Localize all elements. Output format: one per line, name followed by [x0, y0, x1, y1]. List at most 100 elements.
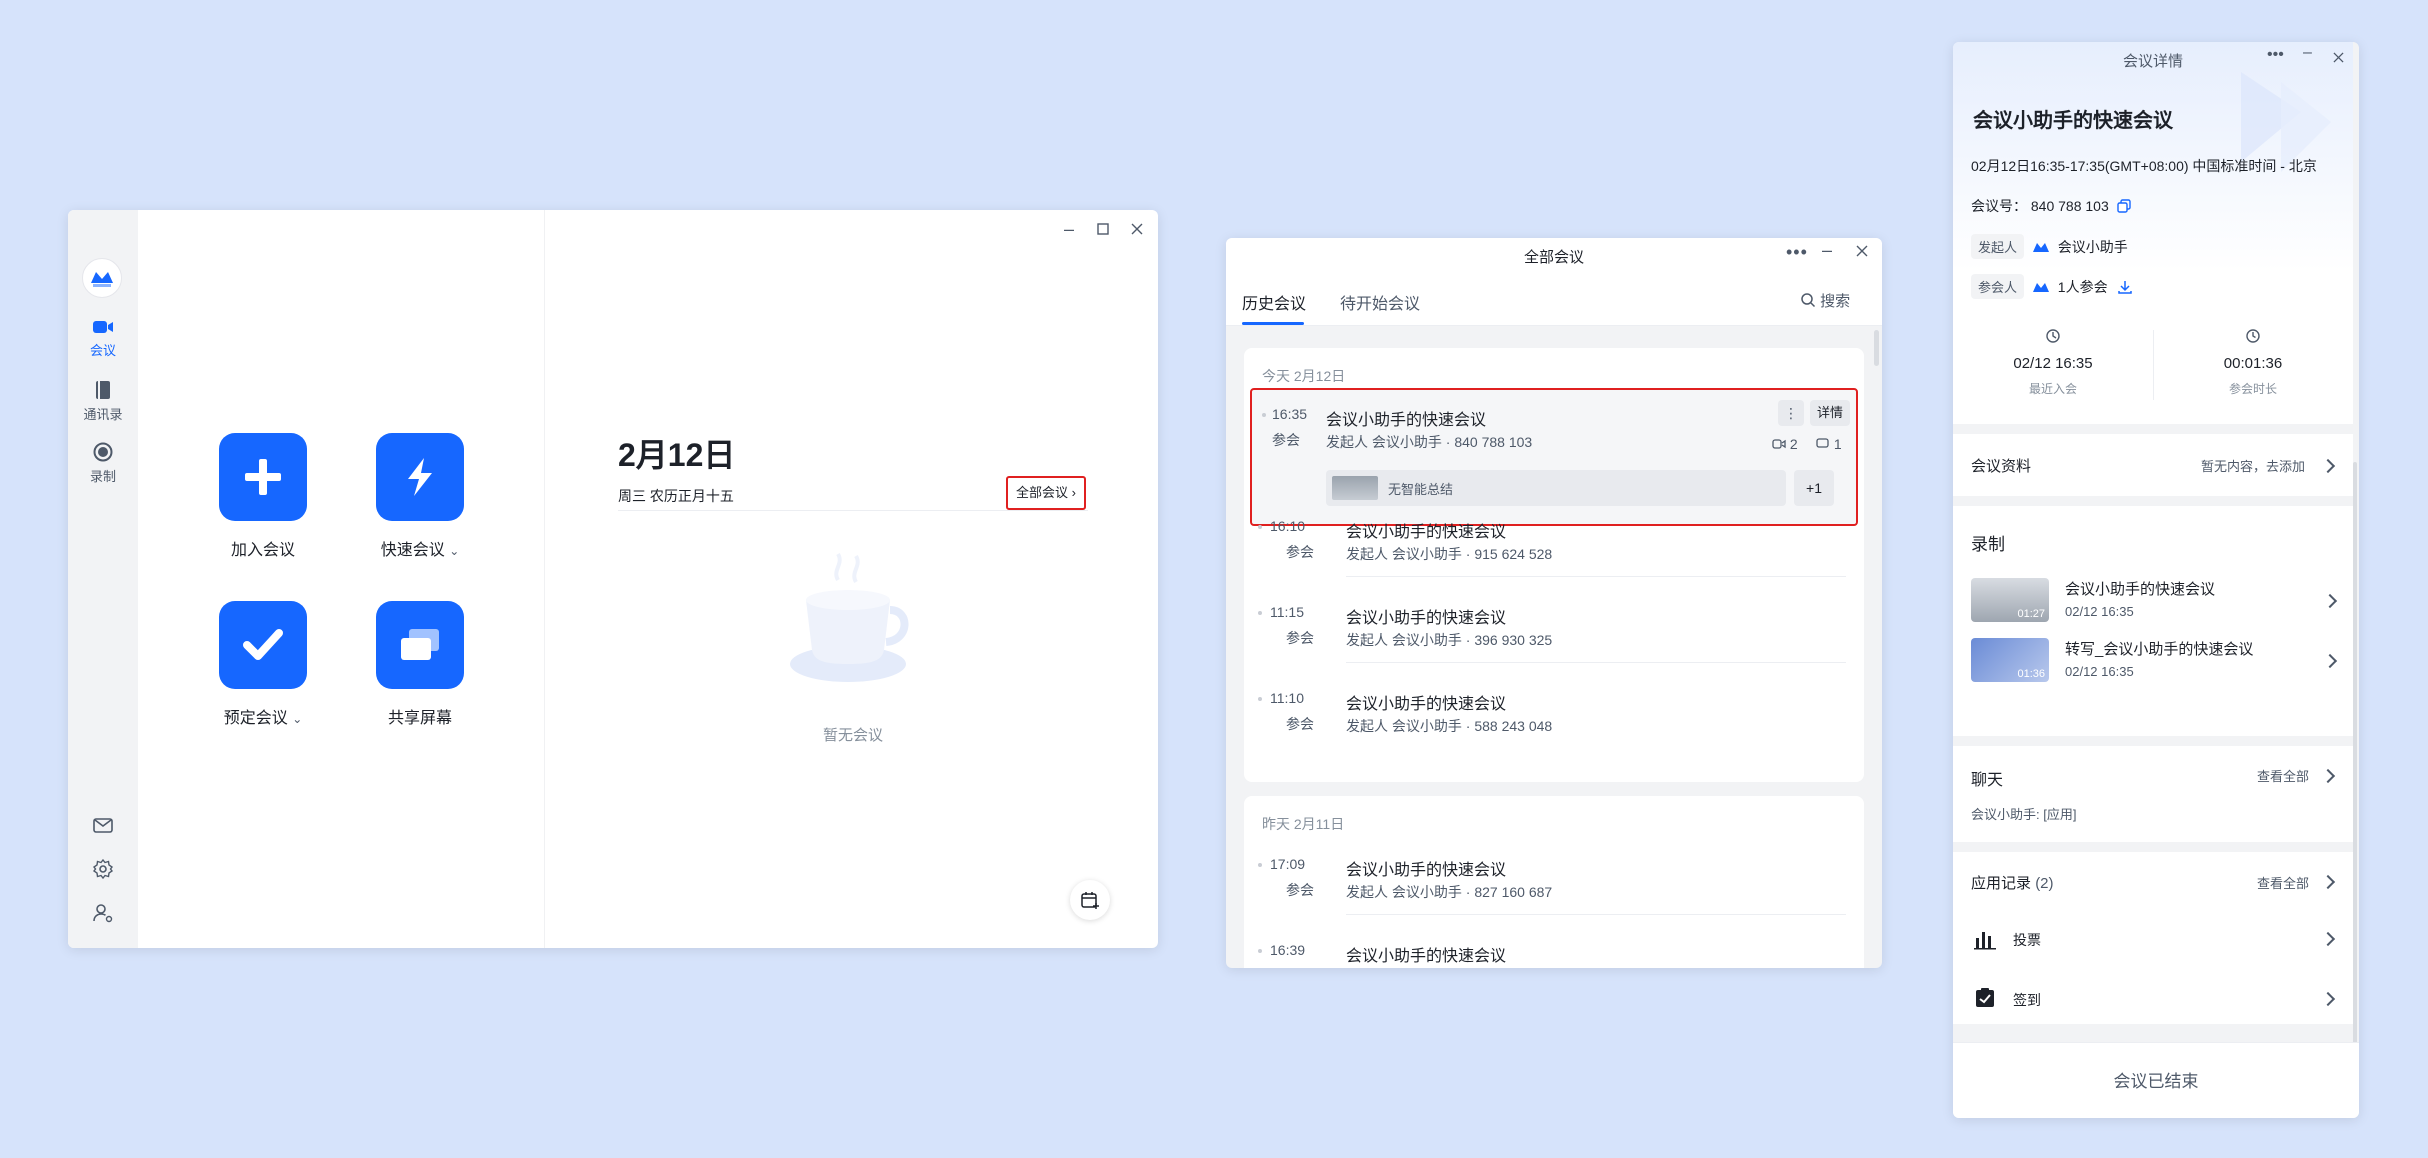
meeting-time: 16:10: [1270, 518, 1306, 534]
chevron-right-icon: [2322, 593, 2338, 609]
row-divider: [1346, 662, 1846, 663]
app-item-label: 签到: [2013, 992, 2041, 1008]
record-icon: [93, 442, 113, 462]
app-records-count: (2): [2035, 875, 2054, 892]
item-more-icon[interactable]: ⋮: [1778, 400, 1804, 426]
chevron-right-icon: [2320, 458, 2336, 474]
app-item-vote[interactable]: 投票: [1953, 916, 2353, 960]
chevron-right-icon: [2320, 991, 2336, 1007]
share-screen-icon: [401, 629, 439, 660]
quick-meeting-label[interactable]: 快速会议 ⌄: [340, 536, 500, 560]
summary-bar[interactable]: 无智能总结: [1326, 470, 1786, 506]
schedule-meeting-label[interactable]: 预定会议 ⌄: [183, 704, 343, 728]
video-count-value: 2: [1789, 436, 1798, 452]
close-icon: [1131, 223, 1143, 235]
more-options-icon[interactable]: •••: [2267, 46, 2284, 64]
host-name: 会议小助手: [2057, 239, 2128, 255]
chat-label: 聊天: [1971, 772, 2004, 789]
video-camera-icon: [93, 321, 113, 333]
close-button[interactable]: [1856, 244, 1868, 262]
close-button[interactable]: [1126, 218, 1148, 240]
nav-meetings[interactable]: 会议: [68, 318, 138, 359]
chevron-right-icon: [2320, 768, 2336, 784]
minimize-button[interactable]: –: [1058, 218, 1080, 240]
minimize-button[interactable]: –: [1822, 240, 1832, 261]
meeting-title: 会议小助手的快速会议: [1346, 610, 1507, 627]
day-label: 昨天 2月11日: [1262, 816, 1345, 832]
add-schedule-button[interactable]: [1070, 880, 1110, 920]
meeting-id-label: 会议号：: [1971, 198, 2027, 214]
plus-more-button[interactable]: +1: [1794, 470, 1834, 506]
mail-icon[interactable]: [92, 814, 114, 836]
meeting-status: 参会: [1286, 544, 1314, 560]
search-icon: [1801, 293, 1816, 308]
minimize-button[interactable]: –: [2303, 44, 2312, 62]
meeting-time: 17:09: [1270, 856, 1306, 872]
empty-state-text: 暂无会议: [822, 727, 883, 744]
close-button[interactable]: [2333, 50, 2344, 68]
chat-view-all[interactable]: 查看全部: [2257, 766, 2309, 785]
duration-value: 00:01:36: [2223, 355, 2283, 372]
maximize-button[interactable]: [1092, 218, 1114, 240]
detail-button[interactable]: 详情: [1810, 400, 1850, 426]
search-button[interactable]: 搜索: [1800, 290, 1850, 311]
meeting-item-highlighted[interactable]: 16:35 参会 会议小助手的快速会议 发起人 会议小助手 · 840 788 …: [1250, 388, 1858, 526]
meeting-subtitle: 发起人 会议小助手 · 915 624 528: [1346, 546, 1553, 562]
all-meetings-header: 全部会议 ••• – 历史会议 待开始会议 搜索: [1226, 238, 1882, 326]
copy-icon[interactable]: [2116, 199, 2131, 213]
chevron-right-icon: [2320, 931, 2336, 947]
scrollbar[interactable]: [2353, 462, 2357, 1072]
tab-history[interactable]: 历史会议: [1242, 290, 1306, 314]
participants-count: 1人参会: [2057, 279, 2108, 295]
meeting-subtitle: 发起人 会议小助手 · 588 243 048: [1346, 718, 1553, 734]
recording-title: 会议小助手的快速会议: [2065, 581, 2216, 598]
participants-tag: 参会人: [1971, 274, 2025, 299]
tab-upcoming[interactable]: 待开始会议: [1340, 290, 1420, 314]
gear-icon[interactable]: [92, 858, 114, 880]
nav-contacts[interactable]: 通讯录: [68, 380, 138, 423]
video-count: 2: [1772, 436, 1798, 452]
chevron-right-icon: ›: [1071, 485, 1076, 500]
plus-icon: [245, 459, 281, 495]
row-divider: [1346, 914, 1846, 915]
app-item-signin[interactable]: 签到: [1953, 976, 2353, 1020]
recent-join-label: 最近入会: [2028, 382, 2077, 396]
nav-record[interactable]: 录制: [68, 442, 138, 485]
meeting-title: 会议小助手的快速会议: [1326, 412, 1487, 429]
recording-item[interactable]: 01:27 会议小助手的快速会议 02/12 16:35: [1953, 570, 2353, 630]
avatar[interactable]: [82, 258, 122, 298]
detail-footer: 会议已结束: [1953, 1042, 2359, 1118]
meeting-status: 参会: [1286, 882, 1314, 898]
materials-row[interactable]: 会议资料 暂无内容，去添加: [1953, 434, 2353, 496]
app-view-all[interactable]: 查看全部: [2257, 873, 2309, 892]
summary-thumbnail: [1332, 476, 1378, 500]
recording-duration: 01:36: [2017, 668, 2045, 680]
download-icon[interactable]: [2117, 279, 2133, 295]
join-meeting-button[interactable]: [219, 433, 307, 521]
materials-action[interactable]: 暂无内容，去添加: [2201, 456, 2305, 475]
schedule-meeting-button[interactable]: [219, 601, 307, 689]
user-settings-icon[interactable]: [92, 902, 114, 924]
meeting-subtitle: 发起人 会议小助手 · 840 788 103: [1326, 434, 1533, 450]
nav-meetings-label: 会议: [89, 343, 116, 358]
meeting-detail-window: 会议详情 ••• – 会议小助手的快速会议 02月12日16:35-17:35(…: [1953, 42, 2359, 1118]
scrollbar[interactable]: [1874, 330, 1879, 366]
meeting-title: 会议小助手的快速会议: [1973, 110, 2173, 132]
participants-row[interactable]: 参会人 1人参会: [1971, 274, 2133, 299]
lightning-icon: [408, 458, 432, 496]
checkmark-icon: [243, 629, 283, 660]
more-options-icon[interactable]: •••: [1786, 242, 1808, 263]
quick-meeting-button[interactable]: [376, 433, 464, 521]
recording-date: 02/12 16:35: [2065, 604, 2134, 619]
duration-label: 参会时长: [2228, 382, 2277, 396]
all-meetings-link[interactable]: 全部会议 ›: [1006, 476, 1086, 510]
meeting-status: 参会: [1286, 716, 1314, 732]
video-icon: [1772, 439, 1786, 449]
share-screen-button[interactable]: [376, 601, 464, 689]
summary-text: 无智能总结: [1388, 482, 1454, 497]
chevron-down-icon: ⌄: [292, 712, 303, 726]
recording-item[interactable]: 01:36 转写_会议小助手的快速会议 02/12 16:35: [1953, 630, 2353, 690]
nav-record-label: 录制: [89, 469, 116, 484]
materials-label: 会议资料: [1971, 458, 2032, 475]
app-item-label: 投票: [2013, 932, 2041, 948]
